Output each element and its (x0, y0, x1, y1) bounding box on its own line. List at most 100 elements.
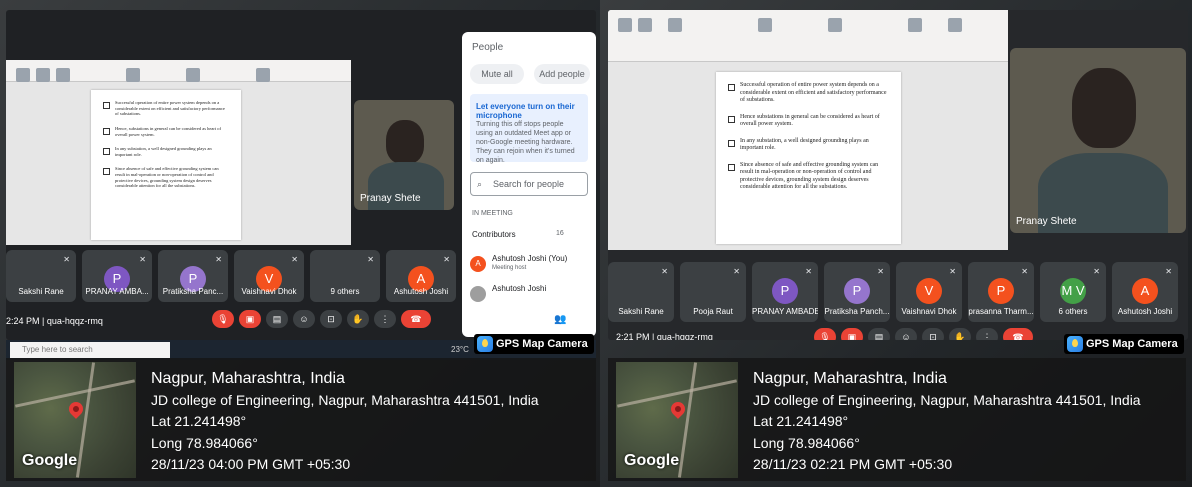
avatar: A (1132, 278, 1158, 304)
participant-tile[interactable]: P ✕ Pratiksha Panch... (824, 262, 890, 322)
participant-tile[interactable]: ✕ Sakshi Rane (608, 262, 674, 322)
speaker-video[interactable]: Pranay Shete (1010, 48, 1186, 233)
mic-muted-icon: ✕ (949, 267, 956, 276)
bullet-2: Hence, substations in general can be con… (103, 126, 229, 137)
location-address: JD college of Engineering, Nagpur, Mahar… (753, 391, 1141, 408)
location-pin-icon (66, 399, 86, 419)
gps-camera-icon (1067, 336, 1083, 352)
mic-muted-icon: ✕ (1093, 267, 1100, 276)
mic-muted-icon: ✕ (443, 255, 450, 264)
speaker-video[interactable]: Pranay Shete (354, 100, 454, 210)
toggle-title: Let everyone turn on their microphone (476, 102, 575, 120)
contributors-label[interactable]: Contributors (472, 230, 516, 239)
participant-grid: ✕ Sakshi Rane P ✕ PRANAY AMBA... P ✕ Pratiksha … (6, 250, 456, 302)
participant-tile[interactable]: M V ✕ 6 others (1040, 262, 1106, 322)
emoji-button[interactable]: ☺ (293, 310, 315, 328)
raise-hand-button[interactable]: ✋ (347, 310, 369, 328)
mic-off-button[interactable]: 🎙 (814, 328, 836, 340)
location-lat: Lat 21.241498° (753, 413, 849, 429)
camera-off-button[interactable]: ▣ (841, 328, 863, 340)
info-icon[interactable]: ⓘ (534, 314, 544, 329)
participant-name: Sakshi Rane (618, 307, 664, 316)
mic-off-button[interactable]: 🎙 (212, 310, 234, 328)
participant-name: Vaishnavi Dhok (901, 307, 957, 316)
participant-name: 6 others (1058, 307, 1088, 316)
people-panel: People Mute all Add people Let everyone … (462, 32, 596, 337)
location-address: JD college of Engineering, Nagpur, Mahar… (151, 391, 539, 408)
participant-name: Pratiksha Panc... (162, 287, 224, 296)
participant-name: Pooja Raut (693, 307, 733, 316)
participant-tile[interactable]: A ✕ Ashutosh Joshi (1112, 262, 1178, 322)
avatar: P (772, 278, 798, 304)
participant-tile[interactable]: P ✕ Pratiksha Panc... (158, 250, 228, 302)
participant-name: Ashutosh Joshi (1117, 307, 1173, 316)
location-pin-icon (668, 399, 688, 419)
participant-name: Sakshi Rane (18, 287, 64, 296)
camera-off-button[interactable]: ▣ (239, 310, 261, 328)
bullet-3: In any substation, a well designed groun… (103, 146, 229, 157)
gps-overlay: Google Nagpur, Maharashtra, India JD col… (608, 358, 1186, 481)
participant-tile[interactable]: ✕ Pooja Raut (680, 262, 746, 322)
microphone-toggle-card[interactable]: Let everyone turn on their microphone Tu… (470, 94, 588, 165)
captions-button[interactable]: ▤ (266, 310, 288, 328)
word-ribbon (608, 10, 1008, 62)
participant-tile[interactable]: V ✕ Vaishnavi Dhok (896, 262, 962, 322)
people-icon[interactable]: 👥 (554, 314, 566, 325)
participant-grid: ✕ Sakshi Rane ✕ Pooja Raut P ✕ PRANAY AMBADE P ✕… (608, 262, 1178, 322)
mic-muted-icon: ✕ (63, 255, 70, 264)
chat-icon[interactable]: ▭ (574, 314, 583, 325)
location-city: Nagpur, Maharashtra, India (151, 370, 345, 387)
end-call-button[interactable]: ☎ (401, 310, 431, 328)
meet-screen: Successful operation of entire power sys… (6, 10, 596, 340)
shared-document-window: Successful operation of entire power sys… (6, 60, 351, 245)
mic-muted-icon: ✕ (367, 255, 374, 264)
avatar: V (916, 278, 942, 304)
participant-tile[interactable]: ✕ 9 others (310, 250, 380, 302)
avatar (470, 286, 486, 302)
add-people-button[interactable]: Add people (534, 64, 590, 84)
bullet-2: Hence substations in general can be cons… (728, 114, 889, 129)
present-button[interactable]: ⊡ (320, 310, 342, 328)
photo-right: Successful operation of entire power sys… (600, 0, 1192, 487)
end-call-button[interactable]: ☎ (1003, 328, 1033, 340)
location-datetime: 28/11/23 04:00 PM GMT +05:30 (151, 456, 351, 472)
search-icon: ⌕ (477, 179, 483, 189)
participant-tile[interactable]: ✕ Sakshi Rane (6, 250, 76, 302)
captions-button[interactable]: ▤ (868, 328, 890, 340)
contributors-count: 16 (556, 230, 564, 237)
location-city: Nagpur, Maharashtra, India (753, 370, 947, 387)
participant-row[interactable]: Ashutosh Joshi (470, 284, 588, 310)
taskbar-search[interactable]: Type here to search (10, 342, 170, 358)
more-options-button[interactable]: ⋮ (374, 310, 396, 328)
participant-tile[interactable]: P ✕ prasanna Tharm... (968, 262, 1034, 322)
participant-name: PRANAY AMBA... (85, 287, 149, 296)
present-button[interactable]: ⊡ (922, 328, 944, 340)
satellite-map: Google (616, 362, 738, 478)
location-datetime: 28/11/23 02:21 PM GMT +05:30 (753, 456, 953, 472)
participant-tile[interactable]: P ✕ PRANAY AMBA... (82, 250, 152, 302)
participant-row[interactable]: A Ashutosh Joshi (You) Meeting host (470, 254, 588, 280)
google-logo: Google (624, 452, 680, 469)
bullet-1: Successful operation of entire power sys… (728, 82, 889, 105)
in-meeting-label: IN MEETING (472, 210, 513, 217)
location-info: Nagpur, Maharashtra, India JD college of… (753, 368, 1141, 476)
mic-muted-icon: ✕ (1021, 267, 1028, 276)
emoji-button[interactable]: ☺ (895, 328, 917, 340)
mic-muted-icon: ✕ (877, 267, 884, 276)
bullet-3: In any substation, a well designed groun… (728, 138, 889, 153)
photo-left: Successful operation of entire power sys… (0, 0, 600, 487)
mic-muted-icon: ✕ (291, 255, 298, 264)
avatar: P (988, 278, 1014, 304)
meeting-time-code: 2:21 PM | qua-hqqz-rmq (616, 332, 713, 340)
raise-hand-button[interactable]: ✋ (949, 328, 971, 340)
participant-tile[interactable]: V ✕ Vaishnavi Dhok (234, 250, 304, 302)
speaker-name: Pranay Shete (1016, 216, 1077, 227)
mute-all-button[interactable]: Mute all (470, 64, 524, 84)
participant-tile[interactable]: A ✕ Ashutosh Joshi (386, 250, 456, 302)
search-people-input[interactable]: ⌕ Search for people (470, 172, 588, 196)
participant-tile[interactable]: P ✕ PRANAY AMBADE (752, 262, 818, 322)
more-options-button[interactable]: ⋮ (976, 328, 998, 340)
call-controls: 🎙 ▣ ▤ ☺ ⊡ ✋ ⋮ ☎ (212, 310, 436, 328)
toggle-description: Turning this off stops people using an o… (476, 121, 575, 165)
people-title: People (472, 42, 504, 53)
